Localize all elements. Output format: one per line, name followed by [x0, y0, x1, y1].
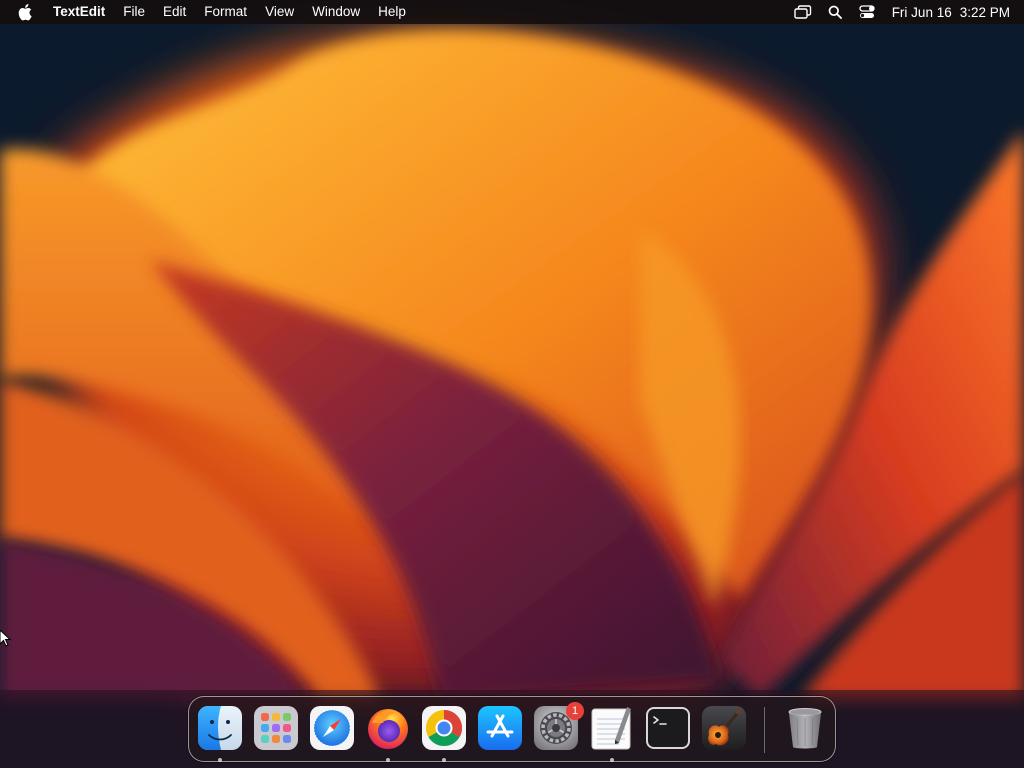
menu-bar-left: TextEdit File Edit Format View Window He… — [18, 0, 415, 24]
menu-bar-right: Fri Jun 16 3:22 PM — [782, 0, 1010, 24]
firefox-icon — [368, 709, 408, 749]
menu-bar-clock[interactable]: Fri Jun 16 3:22 PM — [892, 5, 1010, 20]
chrome-icon — [422, 706, 466, 750]
menu-help[interactable]: Help — [369, 0, 415, 24]
garageband-icon — [702, 706, 746, 750]
menu-view[interactable]: View — [256, 0, 303, 24]
notification-badge: 1 — [566, 702, 584, 720]
mouse-pointer-icon — [0, 630, 12, 647]
running-indicator — [442, 758, 446, 762]
menu-file[interactable]: File — [114, 0, 154, 24]
dock-launchpad[interactable] — [253, 705, 299, 751]
spotlight-search-icon[interactable] — [824, 0, 846, 24]
dock-garageband[interactable] — [701, 705, 747, 751]
dock: 1 — [188, 696, 836, 762]
menu-window[interactable]: Window — [303, 0, 369, 24]
clock-time: 3:22 PM — [959, 4, 1010, 20]
dock-chrome[interactable] — [421, 705, 467, 762]
clock-date: Fri Jun 16 — [891, 4, 952, 20]
menu-format[interactable]: Format — [195, 0, 256, 24]
trash-icon — [788, 708, 822, 749]
apple-logo-icon[interactable] — [18, 3, 38, 21]
terminal-icon — [646, 707, 690, 749]
control-center-icon[interactable] — [856, 0, 878, 24]
dock-firefox[interactable] — [365, 705, 411, 762]
screen-mirroring-icon[interactable] — [792, 0, 814, 24]
dock-terminal[interactable] — [645, 705, 691, 751]
safari-icon — [310, 706, 354, 750]
running-indicator — [386, 758, 390, 762]
dock-textedit[interactable] — [589, 705, 635, 762]
dock-safari[interactable] — [309, 705, 355, 751]
desktop-wallpaper — [0, 0, 1024, 768]
dock-trash[interactable] — [782, 705, 828, 751]
running-indicator — [218, 758, 222, 762]
menu-bar: TextEdit File Edit Format View Window He… — [0, 0, 1024, 24]
app-store-icon — [478, 706, 522, 750]
dock-finder[interactable] — [197, 705, 243, 762]
menu-app-name[interactable]: TextEdit — [44, 0, 114, 24]
menu-edit[interactable]: Edit — [154, 0, 195, 24]
dock-app-store[interactable] — [477, 705, 523, 751]
textedit-icon — [591, 707, 631, 750]
dock-divider — [764, 707, 765, 753]
launchpad-icon — [254, 706, 298, 750]
dock-system-preferences[interactable]: 1 — [533, 702, 584, 751]
running-indicator — [610, 758, 614, 762]
finder-icon — [198, 706, 242, 750]
